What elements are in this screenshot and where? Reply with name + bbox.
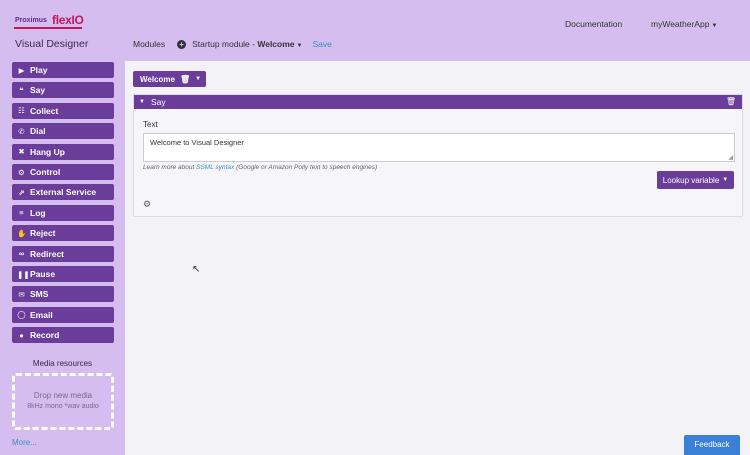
sidebar-item-label: Control (30, 167, 61, 177)
external-link-icon: ⇗ (18, 187, 25, 197)
sidebar-item-record[interactable]: ● Record (12, 327, 114, 344)
dropzone-subtitle: 8kHz mono *wav audio (27, 403, 99, 410)
lookup-variable-button[interactable]: Lookup variable ▼ (657, 171, 734, 189)
sidebar-item-sms[interactable]: ✉ SMS (12, 286, 114, 303)
module-prefix: Startup module - (192, 39, 258, 49)
breadcrumb: Modules + Startup module - Welcome ▼ Save (133, 39, 332, 49)
say-text-input[interactable]: Welcome to Visual Designer ◢ (143, 133, 735, 162)
sidebar-item-label: Hang Up (30, 146, 65, 157)
quote-icon: ❝ (19, 85, 24, 95)
thumbs-down-icon: ✋ (17, 228, 27, 238)
say-text-value: Welcome to Visual Designer (150, 138, 244, 147)
sidebar-item-pause[interactable]: ❚❚ Pause (12, 266, 114, 282)
sidebar-item-label: Dial (30, 126, 46, 137)
save-link[interactable]: Save (312, 39, 331, 49)
gears-icon: ⚙ (18, 167, 25, 177)
logo-underline (14, 27, 82, 29)
dropzone-title: Drop new media (33, 391, 93, 400)
sidebar-item-label: Log (30, 207, 46, 218)
trash-icon[interactable]: 🗑 (726, 97, 736, 106)
sidebar-item-label: Play (30, 65, 48, 75)
sidebar-item-hang-up[interactable]: ✖ Hang Up (12, 143, 114, 160)
mouse-cursor-icon: ↖ (192, 264, 201, 275)
top-header: Proximus flexIO Visual Designer Document… (0, 0, 750, 61)
more-link[interactable]: More... (12, 438, 37, 447)
proximus-flexio-logo[interactable]: Proximus flexIO (12, 13, 84, 31)
grid-icon: ☷ (18, 106, 25, 116)
documentation-link[interactable]: Documentation (565, 19, 622, 29)
modules-link[interactable]: Modules (133, 39, 165, 49)
collapse-caret-icon[interactable]: ▼ (139, 99, 145, 105)
sidebar-item-label: Record (30, 330, 60, 341)
sidebar-item-label: Reject (30, 228, 56, 239)
sidebar-item-label: Email (30, 309, 53, 320)
sidebar-item-label: Pause (30, 269, 56, 279)
app-title: Visual Designer (15, 38, 89, 50)
help-prefix: Learn more about (143, 164, 197, 171)
comment-icon: ◯ (17, 310, 26, 320)
sidebar-item-collect[interactable]: ☷ Collect (12, 102, 114, 119)
sidebar-item-dial[interactable]: ✆ Dial (12, 123, 114, 140)
resize-handle-icon[interactable]: ◢ (728, 154, 733, 161)
hangup-icon: ✖ (18, 147, 25, 157)
say-panel-header[interactable]: ▼ Say 🗑 (134, 95, 742, 109)
sidebar-item-label: Redirect (30, 248, 65, 259)
chevron-down-icon: ▼ (722, 177, 729, 183)
sidebar-item-control[interactable]: ⚙ Control (12, 164, 114, 180)
logo-big-text: flexIO (52, 13, 84, 27)
chevron-down-icon[interactable]: ▼ (195, 76, 201, 82)
text-field-label: Text (143, 120, 158, 129)
sidebar-item-reject[interactable]: ✋ Reject (12, 225, 114, 242)
logo-small-text: Proximus (15, 17, 47, 24)
sidebar-item-play[interactable]: ▶ Play (12, 62, 114, 78)
sidebar: ▶ Play ❝ Say ☷ Collect ✆ Dial ✖ Hang Up ⚙ Control ⇗ E… (0, 61, 125, 455)
feedback-button[interactable]: Feedback (684, 435, 740, 455)
list-icon: ≡ (19, 208, 24, 218)
pause-icon: ❚❚ (17, 269, 30, 279)
module-tab-label: Welcome (140, 74, 175, 84)
sidebar-item-label: SMS (30, 289, 49, 300)
panel-title: Say (150, 97, 166, 107)
module-name: Welcome (257, 39, 295, 49)
ssml-help-text: Learn more about SSML syntax (Google or … (143, 164, 377, 171)
sidebar-item-redirect[interactable]: ∞ Redirect (12, 245, 114, 262)
chevron-down-icon: ▼ (711, 23, 718, 29)
sidebar-item-say[interactable]: ❝ Say (12, 82, 114, 99)
sidebar-item-external-service[interactable]: ⇗ External Service (12, 184, 114, 201)
help-suffix: (Google or Amazon Polly text to speech e… (234, 164, 378, 171)
module-tab-welcome[interactable]: Welcome 🗑 ▼ (133, 71, 206, 87)
sidebar-item-log[interactable]: ≡ Log (12, 204, 114, 221)
gear-icon[interactable]: ⚙ (143, 199, 151, 210)
app-menu[interactable]: myWeatherApp ▼ (651, 19, 717, 29)
app-menu-label: myWeatherApp (651, 19, 710, 29)
ssml-syntax-link[interactable]: SSML syntax (196, 164, 234, 171)
sidebar-item-label: External Service (30, 187, 97, 198)
sidebar-item-email[interactable]: ◯ Email (12, 306, 114, 323)
sidebar-item-label: Collect (30, 105, 59, 116)
trash-icon[interactable]: 🗑 (180, 75, 190, 84)
link-icon: ∞ (18, 249, 25, 259)
chevron-down-icon: ▼ (296, 43, 303, 49)
microphone-icon: ● (19, 330, 24, 340)
module-selector[interactable]: Startup module - Welcome ▼ (192, 39, 302, 49)
envelope-icon: ✉ (18, 289, 25, 299)
phone-icon: ✆ (18, 126, 25, 136)
add-module-icon[interactable]: + (177, 39, 187, 49)
say-panel: ▼ Say 🗑 Text Welcome to Visual Designer … (133, 94, 743, 217)
media-dropzone[interactable]: Drop new media 8kHz mono *wav audio (12, 373, 114, 430)
sidebar-item-label: Say (30, 85, 46, 96)
lookup-variable-label: Lookup variable (662, 175, 720, 185)
play-icon: ▶ (18, 65, 25, 75)
media-resources-title: Media resources (32, 359, 93, 368)
